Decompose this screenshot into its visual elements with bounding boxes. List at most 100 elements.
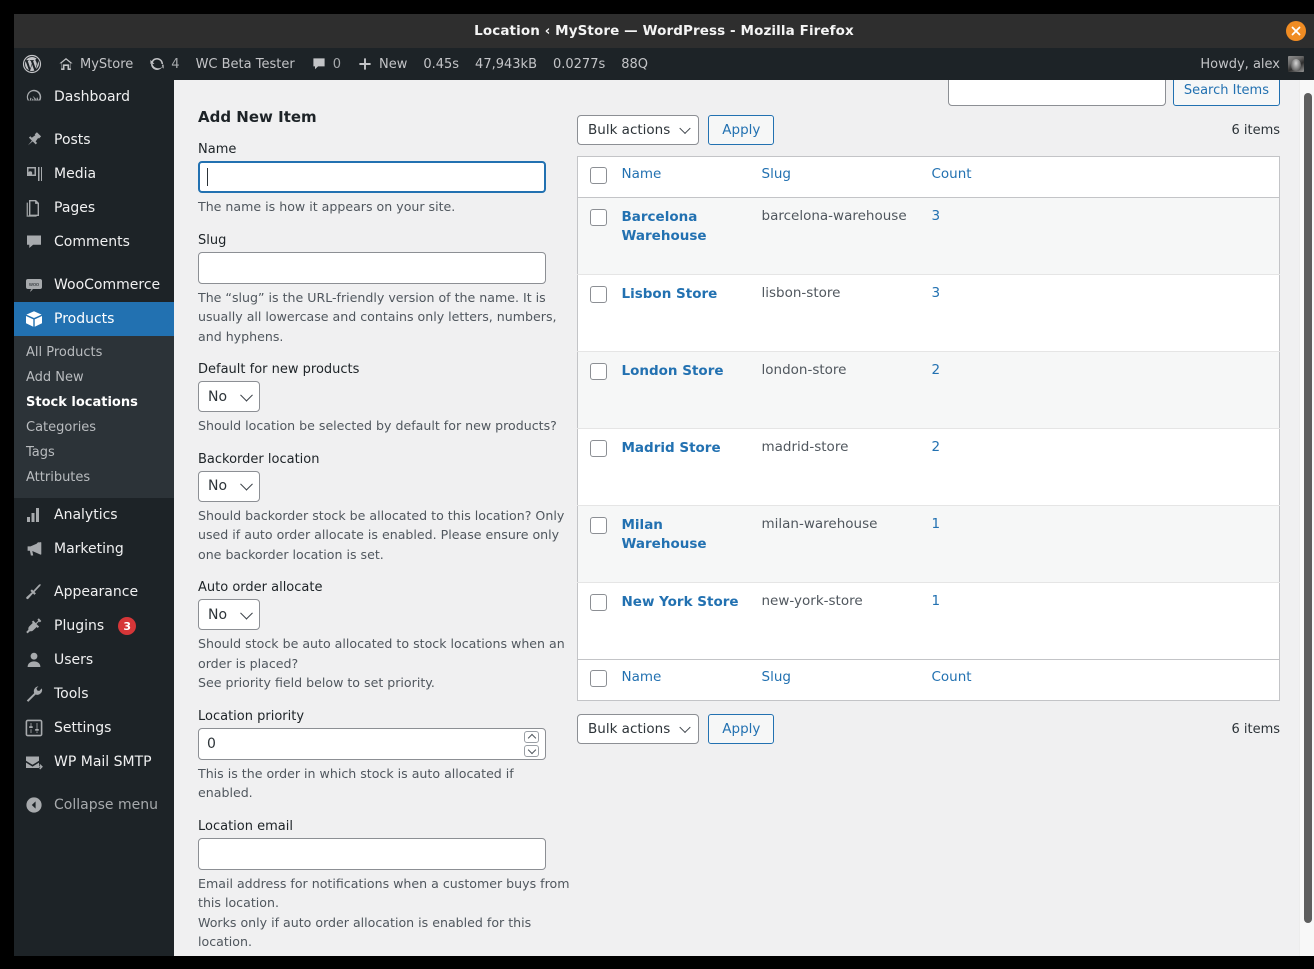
auto-order-allocate-select[interactable]: No <box>198 599 260 631</box>
location-count-link[interactable]: 2 <box>932 439 941 455</box>
perf-memory: 47,943kB <box>475 56 537 72</box>
column-header-slug[interactable]: Slug <box>761 156 932 198</box>
select-all-checkbox[interactable] <box>590 167 607 184</box>
row-name-cell: Barcelona Warehouse <box>622 198 762 275</box>
table-row[interactable]: Lisbon Store lisbon-store 3 <box>577 275 1280 352</box>
sidebar-item-label: WooCommerce <box>54 277 161 293</box>
sidebar-item-dashboard[interactable]: Dashboard <box>14 80 174 114</box>
search-input[interactable] <box>947 80 1166 106</box>
row-checkbox[interactable] <box>590 363 607 380</box>
sidebar-item-users[interactable]: Users <box>14 643 174 677</box>
column-footer-slug[interactable]: Slug <box>761 659 932 701</box>
site-name-menu[interactable]: MyStore <box>50 48 141 80</box>
field-default-for-new-products: Default for new products No Should locat… <box>198 362 570 436</box>
sidebar-item-products[interactable]: Products <box>14 302 174 336</box>
sidebar-subitem-tags[interactable]: Tags <box>14 440 174 465</box>
row-checkbox[interactable] <box>590 440 607 457</box>
column-header-count[interactable]: Count <box>931 156 1052 198</box>
field-default-label: Default for new products <box>198 362 360 378</box>
column-footer-name[interactable]: Name <box>621 659 762 701</box>
new-content-menu[interactable]: New <box>349 48 415 80</box>
sidebar-subitem-attributes[interactable]: Attributes <box>14 465 174 490</box>
comment-bubble-icon <box>313 58 325 70</box>
table-row[interactable]: New York Store new-york-store 1 <box>577 583 1280 660</box>
quantity-stepper[interactable] <box>524 730 539 757</box>
location-count-link[interactable]: 1 <box>932 516 941 532</box>
table-row[interactable]: Barcelona Warehouse barcelona-warehouse … <box>577 197 1280 275</box>
location-priority-input[interactable] <box>198 727 546 760</box>
row-checkbox[interactable] <box>590 286 607 303</box>
comments-menu[interactable]: 0 <box>303 48 349 80</box>
sidebar-item-settings[interactable]: Settings <box>14 711 174 745</box>
sidebar-subitem-categories[interactable]: Categories <box>14 415 174 440</box>
table-row[interactable]: Madrid Store madrid-store 2 <box>577 429 1280 506</box>
stepper-up-icon[interactable] <box>524 730 539 743</box>
sidebar-item-analytics[interactable]: Analytics <box>14 498 174 532</box>
bulk-actions-select-bottom[interactable]: Bulk actions <box>577 714 700 744</box>
apply-button-top[interactable]: Apply <box>708 115 775 145</box>
column-footer-spacer <box>1051 659 1280 701</box>
slug-input[interactable] <box>198 251 546 284</box>
wc-beta-tester-menu[interactable]: WC Beta Tester <box>188 48 303 80</box>
sidebar-item-marketing[interactable]: Marketing <box>14 532 174 566</box>
row-checkbox[interactable] <box>590 517 607 534</box>
bulk-actions-select-top[interactable]: Bulk actions <box>577 115 700 145</box>
row-checkbox[interactable] <box>590 209 607 226</box>
column-footer-count[interactable]: Count <box>931 659 1052 701</box>
apply-button-bottom[interactable]: Apply <box>708 714 775 744</box>
sidebar-item-woocommerce[interactable]: woo WooCommerce <box>14 268 174 302</box>
text-caret <box>207 168 208 186</box>
location-name-link[interactable]: Lisbon Store <box>622 286 718 302</box>
sidebar-item-comments[interactable]: Comments <box>14 225 174 259</box>
name-input[interactable] <box>198 161 546 193</box>
backorder-location-select[interactable]: No <box>198 470 260 502</box>
account-menu[interactable]: Howdy, alex <box>1200 56 1314 72</box>
updates-menu[interactable]: 4 <box>141 48 187 80</box>
auto-order-allocate-value: No <box>208 606 228 623</box>
row-slug-cell: london-store <box>761 362 847 378</box>
svg-text:woo: woo <box>28 282 39 288</box>
location-count-link[interactable]: 3 <box>932 208 941 224</box>
location-name-link[interactable]: London Store <box>622 363 724 379</box>
location-name-link[interactable]: Milan Warehouse <box>622 517 707 552</box>
sidebar-item-collapse-menu[interactable]: Collapse menu <box>14 788 174 822</box>
row-name-cell: New York Store <box>622 583 762 660</box>
stepper-down-icon[interactable] <box>524 744 539 757</box>
menu-separator <box>14 259 174 268</box>
chevron-down-icon <box>240 477 253 491</box>
sidebar-item-tools[interactable]: Tools <box>14 677 174 711</box>
select-all-checkbox-footer[interactable] <box>590 670 607 687</box>
wp-logo-menu[interactable] <box>14 48 50 80</box>
plugins-update-badge: 3 <box>118 617 137 635</box>
default-for-new-products-select[interactable]: No <box>198 381 260 413</box>
sidebar-item-wp-mail-smtp[interactable]: WP Mail SMTP <box>14 745 174 779</box>
location-name-link[interactable]: Madrid Store <box>622 440 721 456</box>
backorder-location-value: No <box>208 478 228 495</box>
location-email-field[interactable] <box>198 837 546 870</box>
sidebar-item-plugins[interactable]: Plugins 3 <box>14 609 174 643</box>
table-header-row: Name Slug Count <box>577 156 1280 198</box>
table-row[interactable]: London Store london-store 2 <box>577 351 1280 429</box>
location-count-link[interactable]: 2 <box>932 362 941 378</box>
column-header-name[interactable]: Name <box>621 156 762 198</box>
page-scrollbar[interactable] <box>1299 80 1314 956</box>
sidebar-item-appearance[interactable]: Appearance <box>14 575 174 609</box>
sidebar-item-media[interactable]: Media <box>14 157 174 191</box>
search-items-button[interactable]: Search Items <box>1172 80 1280 106</box>
row-checkbox[interactable] <box>590 594 607 611</box>
close-icon[interactable] <box>1286 21 1306 41</box>
location-count-link[interactable]: 3 <box>932 285 941 301</box>
table-row[interactable]: Milan Warehouse milan-warehouse 1 <box>577 505 1280 583</box>
location-count-link[interactable]: 1 <box>932 593 941 609</box>
sidebar-item-posts[interactable]: Posts <box>14 123 174 157</box>
items-count-bottom: 6 items <box>1231 721 1280 737</box>
location-name-link[interactable]: New York Store <box>622 594 739 610</box>
sidebar-subitem-add-new[interactable]: Add New <box>14 365 174 390</box>
sidebar-item-pages[interactable]: Pages <box>14 191 174 225</box>
scrollbar-thumb[interactable] <box>1304 93 1312 923</box>
row-select-cell <box>578 429 622 506</box>
products-box-icon <box>26 311 42 327</box>
sidebar-subitem-all-products[interactable]: All Products <box>14 340 174 365</box>
location-name-link[interactable]: Barcelona Warehouse <box>622 209 707 244</box>
sidebar-subitem-stock-locations[interactable]: Stock locations <box>14 390 174 415</box>
